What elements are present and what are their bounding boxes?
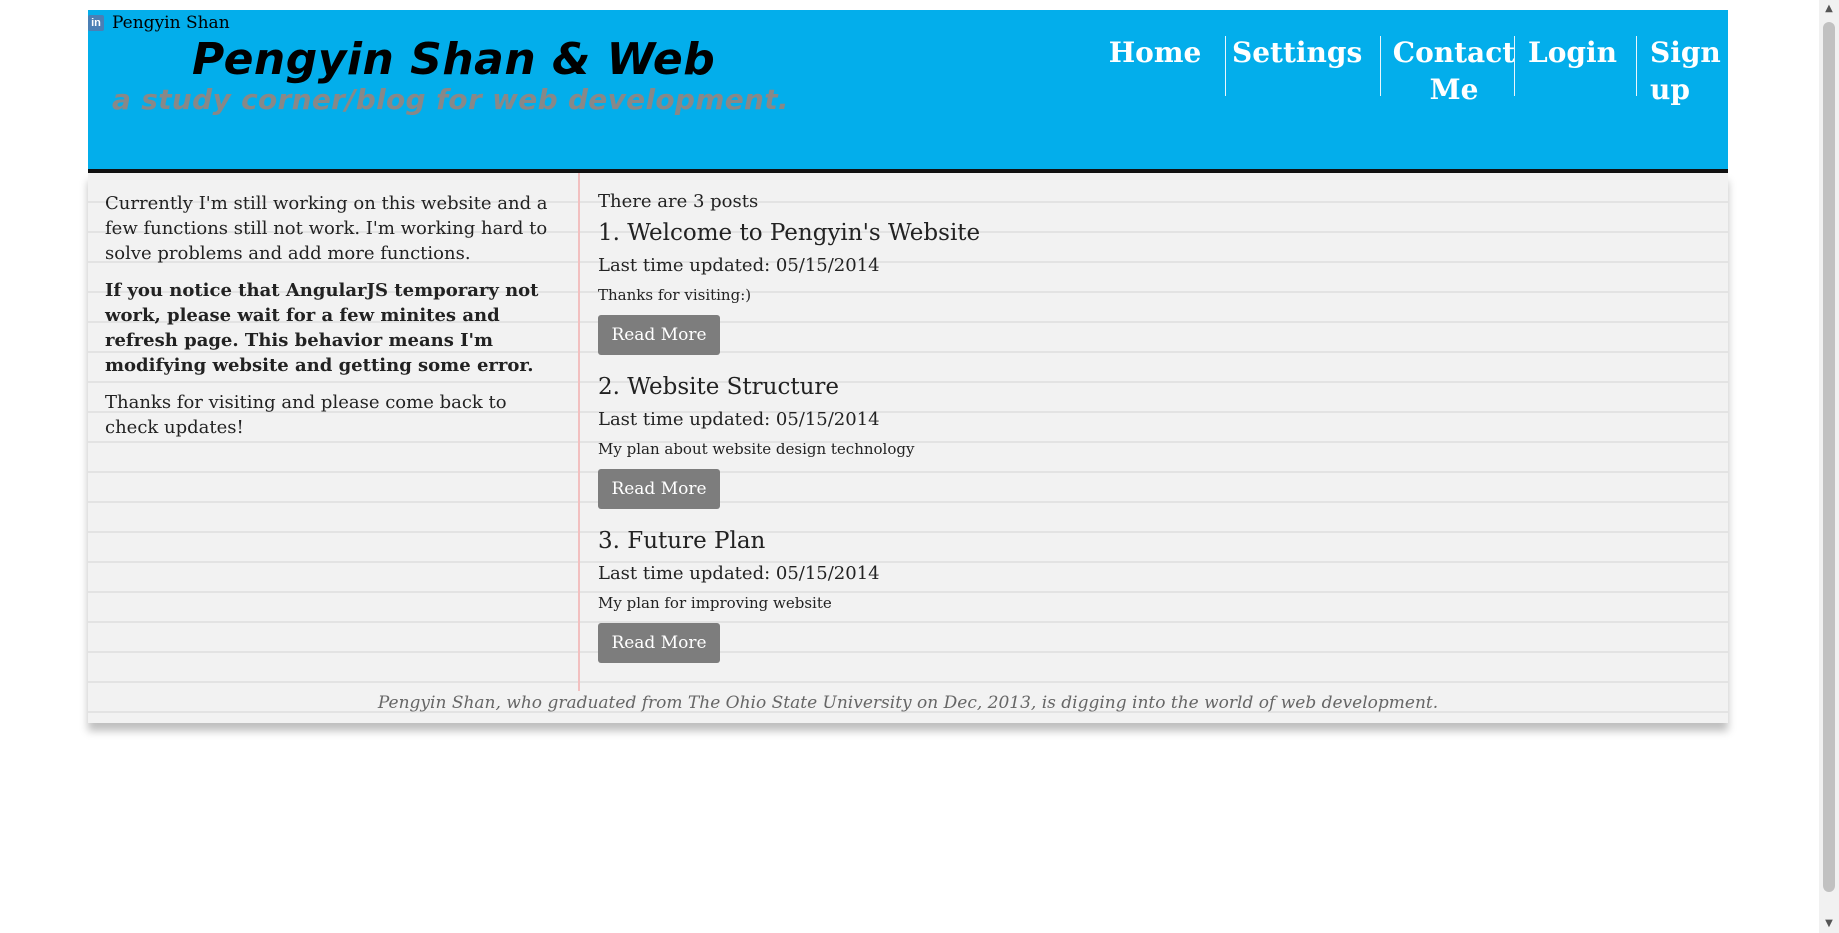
- vertical-scrollbar[interactable]: ▲ ▼: [1819, 0, 1839, 933]
- sidebar-warning: If you notice that AngularJS temporary n…: [105, 280, 539, 376]
- read-more-button[interactable]: Read More: [598, 469, 720, 509]
- nav-login[interactable]: Login: [1528, 34, 1636, 71]
- sidebar: Currently I'm still working on this webs…: [105, 191, 555, 452]
- browser-viewport: in Pengyin Shan Pengyin Shan & Web a stu…: [0, 0, 1839, 933]
- linkedin-link[interactable]: in Pengyin Shan: [88, 13, 230, 33]
- nav-sign-up[interactable]: Sign up: [1650, 34, 1721, 108]
- nav-contact-me[interactable]: Contact Me: [1392, 34, 1516, 108]
- read-more-button[interactable]: Read More: [598, 623, 720, 663]
- post-summary: My plan about website design technology: [598, 440, 915, 458]
- sidebar-notice: Currently I'm still working on this webs…: [105, 193, 548, 264]
- post-title: 3. Future Plan: [598, 528, 766, 554]
- post-item: 3. Future Plan Last time updated: 05/15/…: [598, 525, 1498, 677]
- nav-divider: [1636, 36, 1637, 96]
- main-content: Currently I'm still working on this webs…: [88, 173, 1728, 723]
- read-more-button[interactable]: Read More: [598, 315, 720, 355]
- nav-divider: [1380, 36, 1381, 96]
- page: in Pengyin Shan Pengyin Shan & Web a stu…: [88, 10, 1728, 723]
- post-item: 2. Website Structure Last time updated: …: [598, 371, 1498, 523]
- posts-list: There are 3 posts 1. Welcome to Pengyin'…: [598, 189, 1498, 677]
- linkedin-icon: in: [88, 15, 104, 31]
- post-item: 1. Welcome to Pengyin's Website Last tim…: [598, 217, 1498, 369]
- chevron-up-icon[interactable]: ▲: [1819, 0, 1839, 18]
- post-title: 1. Welcome to Pengyin's Website: [598, 220, 981, 246]
- nav-divider: [1514, 36, 1515, 96]
- nav-divider: [1225, 36, 1226, 96]
- post-summary: My plan for improving website: [598, 594, 832, 612]
- post-count: There are 3 posts: [598, 191, 759, 212]
- post-summary: Thanks for visiting:): [598, 286, 752, 304]
- linkedin-label: Pengyin Shan: [112, 13, 230, 33]
- nav-settings[interactable]: Settings: [1232, 34, 1368, 71]
- sidebar-thanks: Thanks for visiting and please come back…: [105, 392, 507, 438]
- site-title: Pengyin Shan & Web: [192, 34, 716, 85]
- post-title: 2. Website Structure: [598, 374, 840, 400]
- post-updated-date: Last time updated: 05/15/2014: [598, 255, 880, 276]
- scrollbar-thumb[interactable]: [1823, 22, 1835, 892]
- post-updated-date: Last time updated: 05/15/2014: [598, 563, 880, 584]
- chevron-down-icon[interactable]: ▼: [1819, 915, 1839, 933]
- site-tagline: a study corner/blog for web development.: [112, 83, 789, 116]
- nav-home[interactable]: Home: [1100, 34, 1210, 71]
- post-updated-date: Last time updated: 05/15/2014: [598, 409, 880, 430]
- site-header: Pengyin Shan & Web a study corner/blog f…: [88, 10, 1728, 173]
- footer-bio: Pengyin Shan, who graduated from The Ohi…: [377, 693, 1439, 713]
- column-divider: [578, 173, 580, 691]
